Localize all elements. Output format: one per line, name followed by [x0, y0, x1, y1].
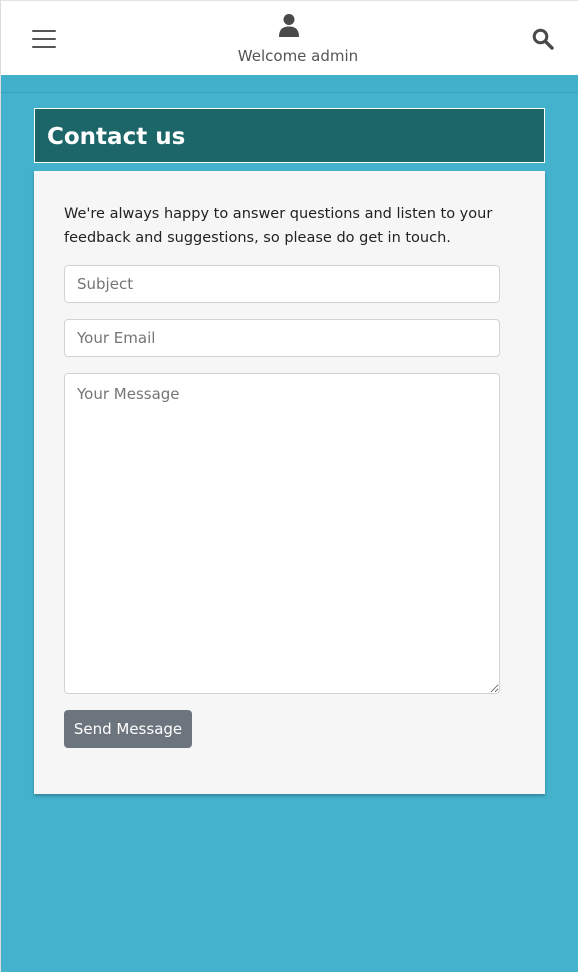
user-icon	[279, 14, 299, 37]
intro-text: We're always happy to answer questions a…	[64, 206, 493, 246]
page-title-banner: Contact us	[34, 108, 545, 163]
send-message-button[interactable]: Send Message	[64, 710, 192, 748]
subject-input[interactable]	[64, 265, 500, 303]
header-divider	[0, 75, 578, 93]
welcome-text: Welcome admin	[237, 47, 359, 65]
user-block[interactable]: Welcome admin	[0, 13, 578, 65]
search-icon[interactable]	[532, 28, 554, 50]
message-textarea[interactable]	[64, 373, 500, 694]
page-title: Contact us	[47, 124, 186, 150]
email-input[interactable]	[64, 319, 500, 357]
top-navbar: Welcome admin	[0, 0, 578, 75]
contact-form: We're always happy to answer questions a…	[34, 171, 545, 794]
